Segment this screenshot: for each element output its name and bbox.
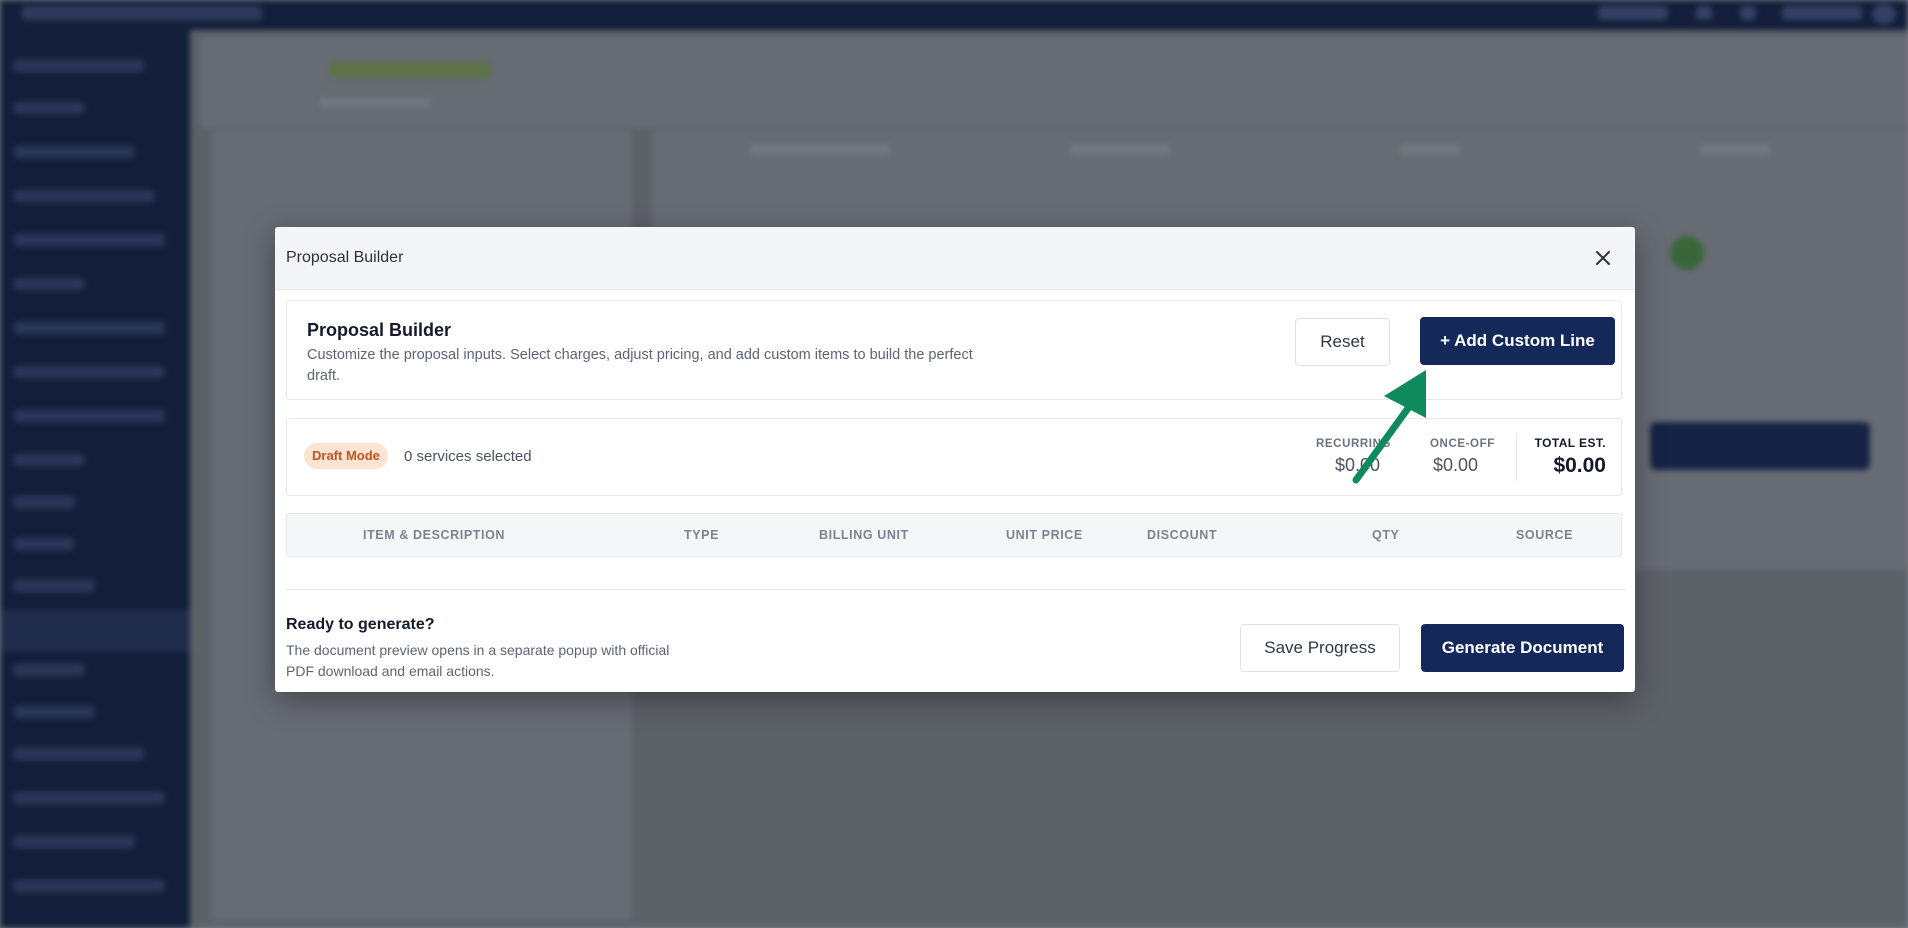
- table-header: ITEM & DESCRIPTION TYPE BILLING UNIT UNI…: [286, 513, 1622, 557]
- footer-divider: [286, 589, 1626, 590]
- column-header-source: SOURCE: [1516, 528, 1574, 542]
- total-est-value: $0.00: [1553, 454, 1606, 477]
- intro-description: Customize the proposal inputs. Select ch…: [307, 347, 973, 384]
- column-header-qty: QTY: [1372, 528, 1400, 542]
- generate-document-button[interactable]: Generate Document: [1421, 624, 1624, 672]
- column-header-unit-price: UNIT PRICE: [1006, 528, 1083, 542]
- save-progress-button[interactable]: Save Progress: [1240, 624, 1400, 672]
- metric-divider: [1516, 433, 1517, 481]
- modal-header: Proposal Builder: [275, 227, 1635, 290]
- intro-title: Proposal Builder: [307, 320, 452, 340]
- column-header-billing-unit: BILLING UNIT: [819, 528, 909, 542]
- close-button[interactable]: [1590, 245, 1616, 271]
- services-selected-count: 0 services selected: [404, 448, 532, 465]
- column-header-discount: DISCOUNT: [1147, 528, 1218, 542]
- close-icon: [1596, 251, 1610, 265]
- arrow-up-right-icon: [1352, 370, 1426, 484]
- total-est-label: TOTAL EST.: [1534, 436, 1606, 450]
- footer-title: Ready to generate?: [286, 616, 435, 633]
- column-header-type: TYPE: [684, 528, 720, 542]
- draft-mode-badge: Draft Mode: [304, 443, 388, 469]
- footer-description: The document preview opens in a separate…: [286, 642, 670, 679]
- add-custom-line-button[interactable]: + Add Custom Line: [1420, 317, 1615, 365]
- reset-button[interactable]: Reset: [1295, 318, 1390, 366]
- column-header-item: ITEM & DESCRIPTION: [363, 528, 506, 542]
- modal-title: Proposal Builder: [286, 249, 404, 266]
